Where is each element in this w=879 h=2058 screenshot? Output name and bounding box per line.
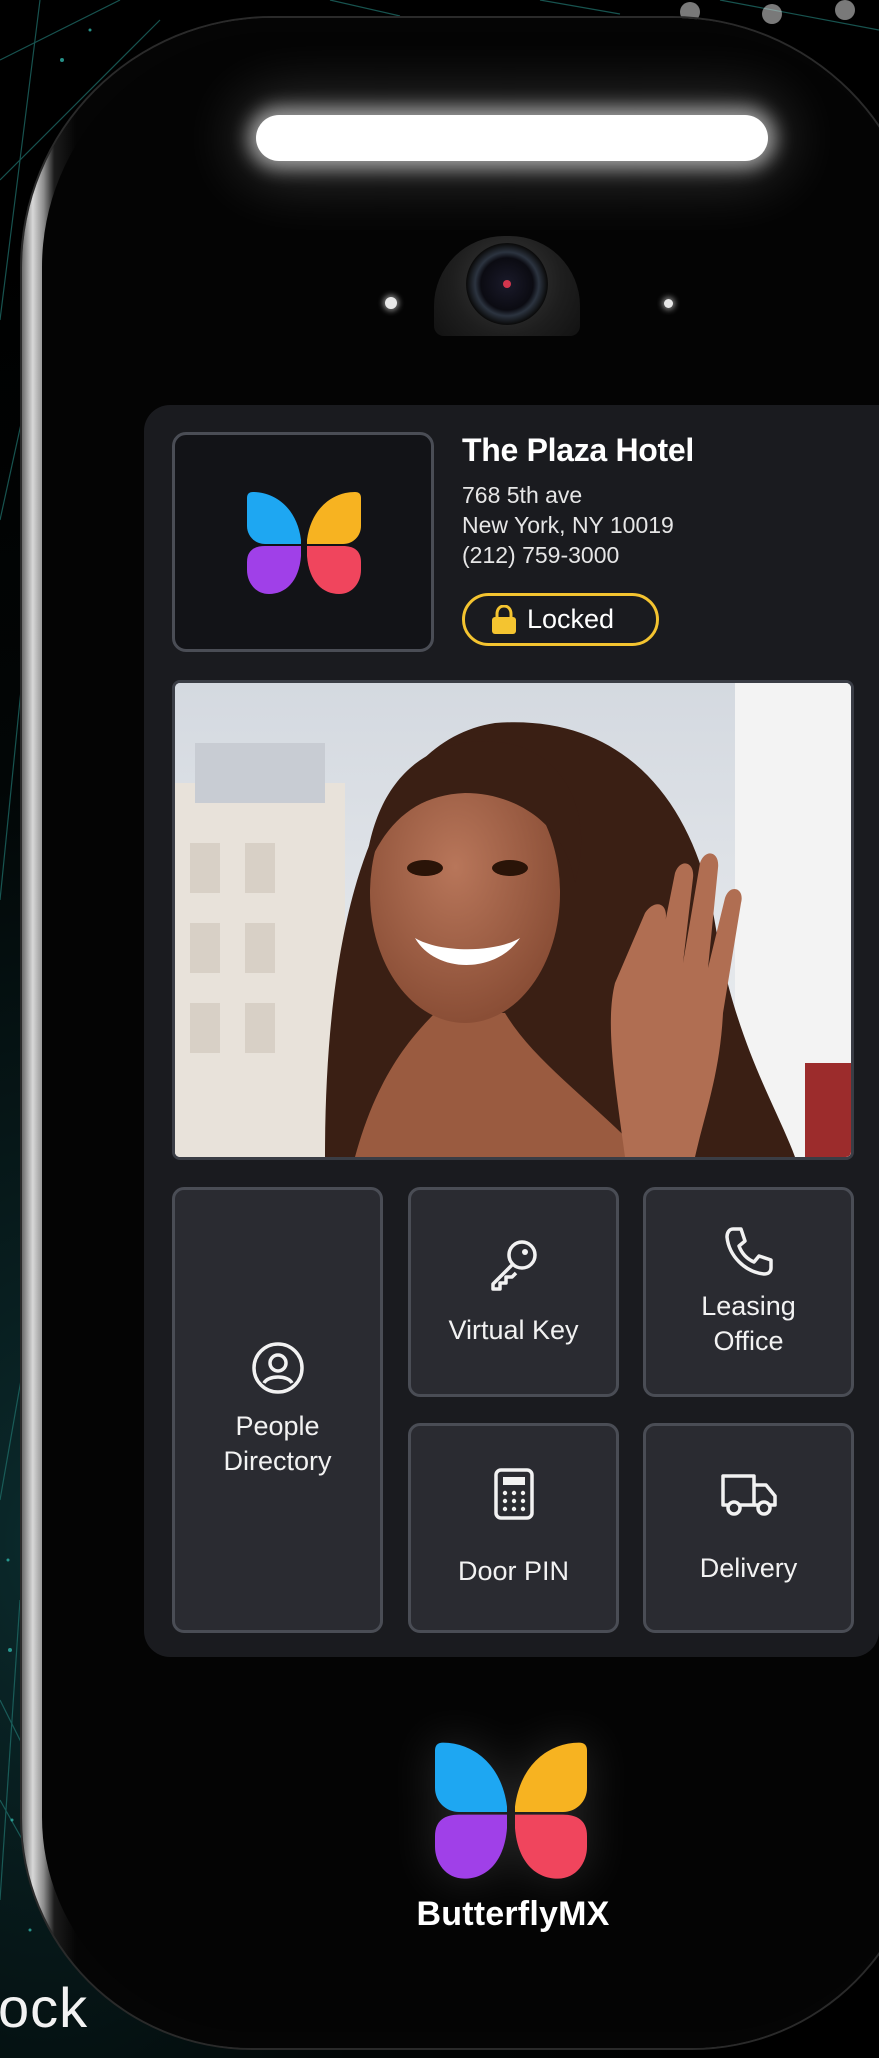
butterfly-logo-icon	[247, 492, 361, 594]
lock-status-label: Locked	[527, 604, 615, 634]
delivery-label: Delivery	[699, 1552, 798, 1583]
virtual-key-button[interactable]: Virtual Key	[408, 1187, 619, 1397]
butterflymx-logo-icon	[435, 1742, 587, 1879]
building-logo-tile	[172, 432, 434, 652]
lock-status-badge: Locked	[462, 593, 659, 646]
people-directory-button[interactable]: People Directory	[172, 1187, 383, 1633]
user-circle-icon	[251, 1342, 304, 1394]
address-line-2: New York, NY 10019	[462, 512, 674, 538]
leasing-office-label: Leasing Office	[701, 1291, 796, 1356]
building-phone: (212) 759-3000	[462, 542, 620, 568]
key-icon	[490, 1239, 537, 1291]
door-pin-label: Door PIN	[457, 1555, 570, 1586]
building-name: The Plaza Hotel	[462, 432, 695, 468]
keypad-icon	[493, 1467, 534, 1520]
phone-icon	[724, 1227, 773, 1276]
camera-indicator-light	[503, 280, 511, 288]
truck-icon	[720, 1473, 777, 1516]
virtual-key-label: Virtual Key	[448, 1314, 579, 1345]
visitor-photo	[175, 683, 851, 1157]
proximity-sensor-left	[385, 297, 397, 309]
padlock-icon	[492, 604, 516, 634]
address-line-1: 768 5th ave	[462, 482, 583, 508]
leasing-office-button[interactable]: Leasing Office	[643, 1187, 854, 1397]
door-pin-button[interactable]: Door PIN	[408, 1423, 619, 1633]
proximity-sensor-right	[664, 299, 673, 308]
delivery-button[interactable]: Delivery	[643, 1423, 854, 1633]
background-caption-fragment: ock	[0, 1976, 89, 2039]
visitor-video-feed	[172, 680, 854, 1160]
status-light-bar	[256, 115, 768, 161]
people-directory-label: People Directory	[223, 1411, 332, 1476]
brand-name: ButterflyMX	[416, 1895, 610, 1933]
stage: ock The Plaza Hotel 768 5th ave New York…	[0, 0, 879, 2058]
